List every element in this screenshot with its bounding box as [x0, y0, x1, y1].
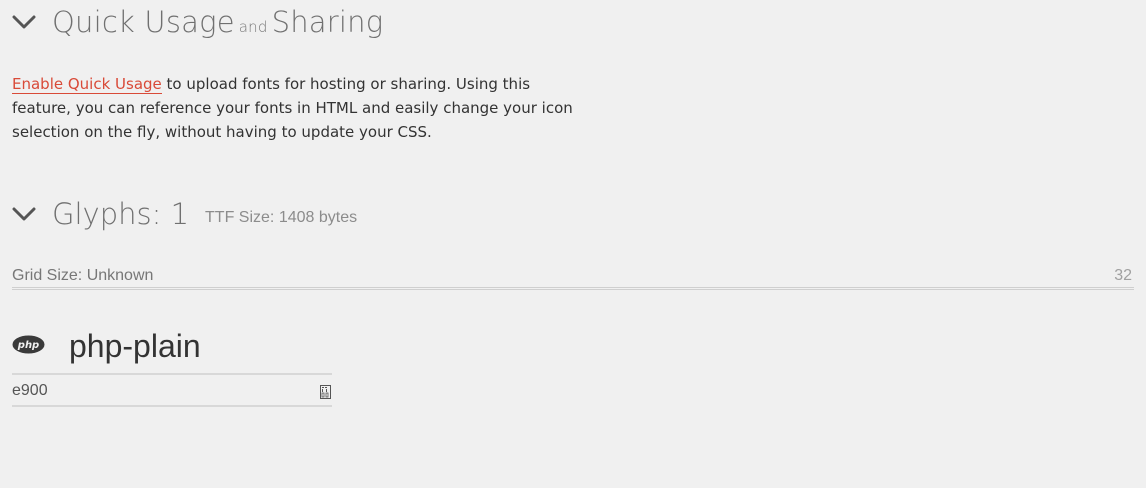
divider [12, 373, 332, 375]
glyphs-title: Glyphs: 1 [52, 197, 190, 231]
glyph-code-input[interactable] [12, 377, 312, 405]
chevron-down-icon[interactable] [12, 202, 36, 226]
title-end: Sharing [271, 5, 384, 39]
grid-size-label: Grid Size: Unknown [12, 267, 154, 284]
grid-size-row: Grid Size: Unknown 32 [12, 264, 1134, 290]
title-and: and [238, 18, 268, 36]
title-main: Quick Usage [52, 5, 235, 39]
ttf-size: TTF Size: 1408 bytes [205, 209, 358, 226]
codes-icon[interactable] [320, 384, 331, 399]
glyph-name: php-plain [69, 328, 201, 364]
enable-quick-usage-link[interactable]: Enable Quick Usage [12, 75, 162, 94]
php-icon[interactable]: php [12, 335, 45, 354]
svg-text:php: php [17, 340, 39, 351]
chevron-down-icon[interactable] [12, 10, 36, 34]
grid-size-value[interactable]: 32 [1114, 267, 1132, 285]
page: Quick Usage and Sharing Enable Quick Usage… [0, 0, 1146, 488]
glyphs-header: Glyphs: 1 TTF Size: 1408 bytes [12, 196, 357, 232]
quick-usage-header: Quick Usage and Sharing [12, 4, 383, 40]
glyph-code-row [12, 377, 332, 407]
quick-usage-description: Enable Quick Usage to upload fonts for h… [12, 72, 582, 144]
quick-usage-title: Quick Usage and Sharing [52, 5, 383, 39]
